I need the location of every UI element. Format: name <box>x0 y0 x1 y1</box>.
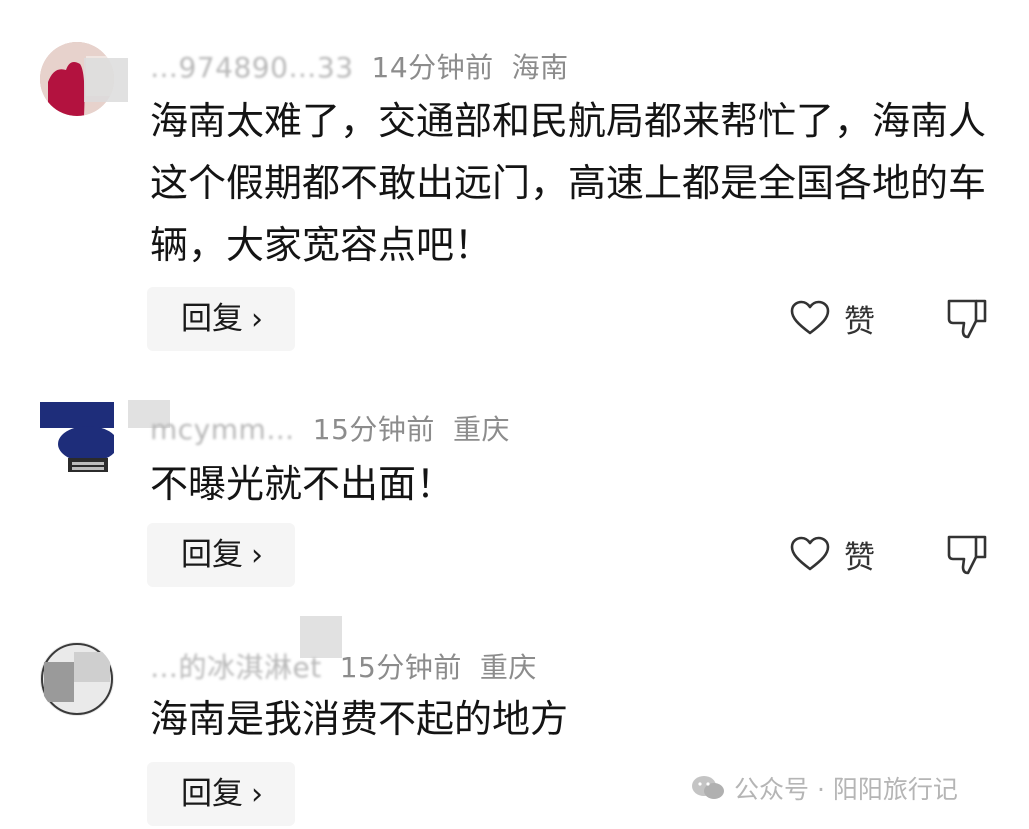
wechat-icon <box>692 776 724 799</box>
avatar-image <box>40 642 114 716</box>
avatar[interactable] <box>40 642 114 716</box>
comment-location: 海南 <box>511 51 569 84</box>
thumbs-down-icon <box>947 299 987 339</box>
comment-text: 海南是我消费不起的地方 <box>150 697 569 741</box>
heart-icon <box>790 300 830 335</box>
like-button[interactable]: 赞 <box>790 290 875 346</box>
chevron-right-icon: › <box>251 302 263 337</box>
like-label: 赞 <box>844 303 875 340</box>
like-button[interactable]: 赞 <box>790 526 875 582</box>
comment-meta: …的冰淇淋et 15分钟前 重庆 <box>150 646 537 686</box>
reply-button[interactable]: 回复 › <box>147 523 295 587</box>
avatar-image <box>40 402 114 472</box>
chevron-right-icon: › <box>251 538 263 573</box>
reply-button[interactable]: 回复 › <box>147 762 295 826</box>
watermark-text: 公众号 · 阳阳旅行记 <box>734 775 958 804</box>
watermark: 公众号 · 阳阳旅行记 <box>690 770 958 806</box>
reply-label: 回复 <box>181 301 243 337</box>
username[interactable]: …的冰淇淋et <box>150 651 322 684</box>
reply-label: 回复 <box>181 776 243 812</box>
dislike-button[interactable] <box>946 533 988 577</box>
comment-meta: …974890…33 14分钟前 海南 <box>150 46 569 86</box>
comment-text: 海南太难了，交通部和民航局都来帮忙了，海南人这个假期都不敢出远门，高速上都是全国… <box>150 99 987 267</box>
comment-location: 重庆 <box>479 651 537 684</box>
avatar[interactable] <box>40 402 114 476</box>
dislike-button[interactable] <box>946 297 988 341</box>
username[interactable]: …974890…33 <box>150 51 354 84</box>
heart-icon <box>790 536 830 571</box>
comment-time: 14分钟前 <box>371 51 494 84</box>
reply-button[interactable]: 回复 › <box>147 287 295 351</box>
reply-label: 回复 <box>181 537 243 573</box>
avatar-mosaic <box>84 58 128 102</box>
comment-meta: mcymm… 15分钟前 重庆 <box>150 408 510 448</box>
username[interactable]: mcymm… <box>150 413 295 446</box>
like-label: 赞 <box>844 539 875 576</box>
comment-time: 15分钟前 <box>339 651 462 684</box>
comment-location: 重庆 <box>452 413 510 446</box>
comment-time: 15分钟前 <box>312 413 435 446</box>
chevron-right-icon: › <box>251 777 263 812</box>
thumbs-down-icon <box>947 535 987 575</box>
comment-text: 不曝光就不出面！ <box>150 462 455 506</box>
